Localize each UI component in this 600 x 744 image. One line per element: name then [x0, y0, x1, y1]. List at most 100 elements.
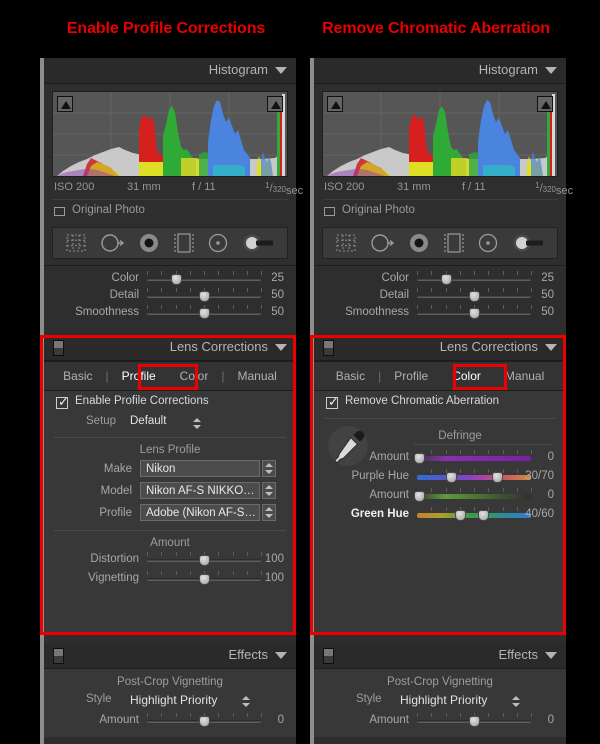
slider-track[interactable]: [417, 278, 531, 281]
histogram-header-left[interactable]: Histogram: [44, 58, 296, 84]
slider-knob[interactable]: [469, 716, 480, 727]
tab-color[interactable]: Color: [168, 366, 221, 386]
updown-arrows-icon[interactable]: [242, 696, 250, 707]
slider-gradient-track[interactable]: [417, 513, 531, 518]
chevron-down-icon[interactable]: [545, 67, 557, 74]
slider-row-purple-amount[interactable]: Amount 0: [324, 449, 556, 468]
tool-strip-left[interactable]: [52, 227, 288, 259]
tab-basic[interactable]: Basic: [324, 366, 377, 386]
panel-toggle-switch-icon[interactable]: [53, 648, 64, 664]
slider-row-color[interactable]: Color 25: [324, 270, 556, 287]
tab-color[interactable]: Color: [440, 366, 493, 386]
lens-profile-row[interactable]: Profile Adobe (Nikon AF-S…: [44, 502, 296, 524]
updown-arrows-icon[interactable]: [512, 696, 520, 707]
histogram-graph-right[interactable]: [322, 91, 558, 177]
slider-row-green-amount[interactable]: Amount 0: [324, 487, 556, 506]
effects-header-right[interactable]: Effects: [314, 643, 566, 669]
chevron-down-icon[interactable]: [545, 652, 557, 659]
slider-row-effects-amount[interactable]: Amount 0: [54, 712, 286, 729]
profile-dropdown[interactable]: Adobe (Nikon AF-S…: [140, 504, 260, 521]
shadow-clipping-indicator[interactable]: [327, 96, 343, 112]
chevron-down-icon[interactable]: [545, 344, 557, 351]
slider-knob[interactable]: [199, 574, 210, 585]
red-eye-correction-tool-icon[interactable]: [408, 232, 430, 254]
spot-removal-tool-icon[interactable]: [100, 232, 125, 254]
style-value[interactable]: Highlight Priority: [400, 693, 487, 707]
tab-profile[interactable]: Profile: [382, 366, 440, 386]
tab-basic[interactable]: Basic: [51, 366, 104, 386]
slider-knob[interactable]: [199, 716, 210, 727]
original-photo-row-left[interactable]: Original Photo: [52, 199, 288, 223]
histogram-graph-left[interactable]: [52, 91, 288, 177]
slider-track[interactable]: [147, 278, 261, 281]
effects-header-left[interactable]: Effects: [44, 643, 296, 669]
radial-filter-tool-icon[interactable]: [477, 232, 499, 254]
profile-dropdown-spinner[interactable]: [262, 504, 276, 521]
graduated-filter-tool-icon[interactable]: [444, 232, 464, 254]
slider-row-detail[interactable]: Detail 50: [54, 287, 286, 304]
slider-row-purple-hue[interactable]: Purple Hue 30/70: [324, 468, 556, 487]
effects-style-row[interactable]: Style Highlight Priority: [324, 690, 556, 712]
setup-row[interactable]: Setup Default: [44, 413, 296, 434]
spot-removal-tool-icon[interactable]: [370, 232, 395, 254]
lens-tabs-right[interactable]: Basic | Profile Color Manual: [314, 361, 566, 391]
slider-row-distortion[interactable]: Distortion 100: [54, 551, 286, 570]
slider-gradient-track[interactable]: [417, 456, 531, 461]
slider-row-color[interactable]: Color 25: [54, 270, 286, 287]
slider-row-detail[interactable]: Detail 50: [324, 287, 556, 304]
lens-tabs-left[interactable]: Basic | Profile Color | Manual: [44, 361, 296, 391]
updown-arrows-icon[interactable]: [193, 418, 201, 429]
lens-make-row[interactable]: Make Nikon: [44, 458, 296, 480]
slider-gradient-track[interactable]: [417, 494, 531, 499]
make-dropdown-spinner[interactable]: [262, 460, 276, 477]
original-photo-checkbox[interactable]: [324, 207, 335, 216]
slider-row-effects-amount[interactable]: Amount 0: [324, 712, 556, 729]
slider-knob[interactable]: [414, 453, 425, 464]
style-value[interactable]: Highlight Priority: [130, 693, 217, 707]
slider-knob-high[interactable]: [478, 510, 489, 521]
tool-strip-right[interactable]: [322, 227, 558, 259]
lens-model-row[interactable]: Model Nikon AF-S NIKKO…: [44, 480, 296, 502]
setup-value[interactable]: Default: [130, 415, 166, 427]
enable-profile-corrections-row[interactable]: ✓ Enable Profile Corrections: [44, 391, 296, 413]
crop-overlay-tool-icon[interactable]: [335, 232, 357, 254]
slider-knob[interactable]: [199, 308, 210, 319]
effects-style-row[interactable]: Style Highlight Priority: [54, 690, 286, 712]
slider-knob[interactable]: [170, 274, 182, 285]
enable-profile-corrections-checkbox[interactable]: ✓: [56, 395, 69, 409]
highlight-clipping-indicator[interactable]: [537, 96, 553, 112]
lens-corrections-header-right[interactable]: Lens Corrections: [314, 335, 566, 361]
model-dropdown[interactable]: Nikon AF-S NIKKO…: [140, 482, 260, 499]
crop-overlay-tool-icon[interactable]: [65, 232, 87, 254]
slider-row-smoothness[interactable]: Smoothness 50: [324, 304, 556, 321]
chevron-down-icon[interactable]: [275, 344, 287, 351]
highlight-clipping-indicator[interactable]: [267, 96, 283, 112]
slider-gradient-track[interactable]: [417, 475, 531, 480]
adjustment-brush-tool-icon[interactable]: [513, 232, 545, 254]
lens-corrections-header-left[interactable]: Lens Corrections: [44, 335, 296, 361]
original-photo-row-right[interactable]: Original Photo: [322, 199, 558, 223]
chevron-down-icon[interactable]: [275, 652, 287, 659]
slider-row-smoothness[interactable]: Smoothness 50: [54, 304, 286, 321]
slider-knob-high[interactable]: [492, 472, 503, 483]
tab-manual[interactable]: Manual: [493, 366, 556, 386]
chevron-down-icon[interactable]: [275, 67, 287, 74]
red-eye-correction-tool-icon[interactable]: [138, 232, 160, 254]
shadow-clipping-indicator[interactable]: [57, 96, 73, 112]
model-dropdown-spinner[interactable]: [262, 482, 276, 499]
remove-chromatic-aberration-checkbox[interactable]: ✓: [326, 395, 339, 409]
tab-profile[interactable]: Profile: [110, 366, 168, 386]
slider-row-vignetting[interactable]: Vignetting 100: [54, 570, 286, 589]
slider-knob[interactable]: [440, 274, 452, 285]
slider-knob[interactable]: [199, 555, 210, 566]
slider-knob[interactable]: [469, 291, 480, 302]
original-photo-checkbox[interactable]: [54, 207, 65, 216]
radial-filter-tool-icon[interactable]: [207, 232, 229, 254]
tab-manual[interactable]: Manual: [225, 366, 288, 386]
remove-chromatic-aberration-row[interactable]: ✓ Remove Chromatic Aberration: [314, 391, 566, 413]
slider-knob[interactable]: [469, 308, 480, 319]
panel-toggle-switch-icon[interactable]: [53, 340, 64, 356]
slider-knob-low[interactable]: [446, 472, 457, 483]
slider-knob-low[interactable]: [455, 510, 466, 521]
slider-knob[interactable]: [414, 491, 425, 502]
